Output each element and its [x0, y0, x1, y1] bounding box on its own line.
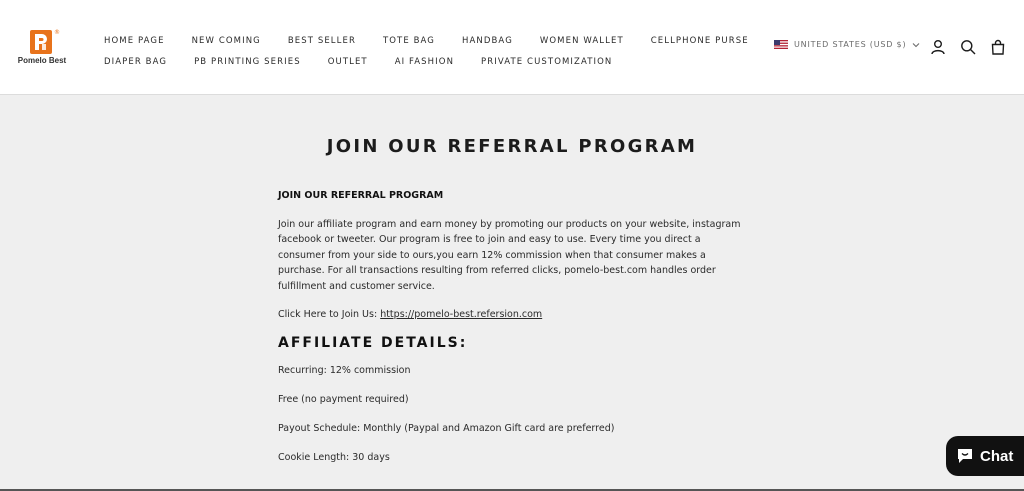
- detail-cookie-length: Cookie Length: 30 days: [278, 452, 390, 463]
- nav-home-page[interactable]: HOME PAGE: [104, 36, 165, 46]
- chat-bubble-icon: [958, 449, 972, 463]
- cart-bag-icon[interactable]: [990, 39, 1006, 55]
- logo-registered-mark: ®: [54, 29, 60, 36]
- nav-best-seller[interactable]: BEST SELLER: [288, 36, 356, 46]
- referral-article: JOIN OUR REFERRAL PROGRAM Join our affil…: [278, 188, 748, 479]
- chat-button[interactable]: Chat: [946, 436, 1024, 476]
- nav-pb-printing-series[interactable]: PB PRINTING SERIES: [194, 57, 301, 67]
- join-prefix: Click Here to Join Us:: [278, 309, 381, 320]
- nav-row-1: HOME PAGE NEW COMING BEST SELLER TOTE BA…: [104, 30, 748, 51]
- page-title: JOIN OUR REFERRAL PROGRAM: [326, 136, 698, 157]
- account-icon[interactable]: [930, 39, 946, 55]
- main-content: JOIN OUR REFERRAL PROGRAM JOIN OUR REFER…: [0, 96, 1024, 491]
- detail-recurring: Recurring: 12% commission: [278, 365, 411, 376]
- nav-row-2: DIAPER BAG PB PRINTING SERIES OUTLET AI …: [104, 51, 744, 72]
- search-icon[interactable]: [960, 39, 976, 55]
- nav-women-wallet[interactable]: WOMEN WALLET: [540, 36, 624, 46]
- join-line: Click Here to Join Us: https://pomelo-be…: [278, 307, 748, 323]
- locale-label: UNITED STATES (USD $): [794, 40, 907, 49]
- detail-free: Free (no payment required): [278, 394, 409, 405]
- nav-diaper-bag[interactable]: DIAPER BAG: [104, 57, 167, 67]
- brand-logo[interactable]: ® Pomelo Best: [14, 29, 70, 70]
- nav-outlet[interactable]: OUTLET: [328, 57, 368, 67]
- affiliate-details-heading: AFFILIATE DETAILS:: [278, 334, 468, 351]
- nav-ai-fashion[interactable]: AI FASHION: [395, 57, 454, 67]
- locale-selector[interactable]: UNITED STATES (USD $): [774, 40, 920, 49]
- nav-new-coming[interactable]: NEW COMING: [192, 36, 261, 46]
- site-header: ® Pomelo Best HOME PAGE NEW COMING BEST …: [0, 0, 1024, 95]
- pomelo-best-logo-icon: [30, 30, 52, 54]
- chevron-down-icon: [912, 42, 920, 47]
- nav-handbag[interactable]: HANDBAG: [462, 36, 513, 46]
- intro-paragraph: Join our affiliate program and earn mone…: [278, 218, 741, 292]
- nav-private-customization[interactable]: PRIVATE CUSTOMIZATION: [481, 57, 612, 67]
- main-navigation: HOME PAGE NEW COMING BEST SELLER TOTE BA…: [104, 30, 748, 72]
- chat-label: Chat: [980, 447, 1014, 465]
- logo-text: Pomelo Best: [17, 56, 67, 65]
- nav-cellphone-purse[interactable]: CELLPHONE PURSE: [651, 36, 749, 46]
- detail-payout-schedule: Payout Schedule: Monthly (Paypal and Ama…: [278, 423, 615, 434]
- content-heading: JOIN OUR REFERRAL PROGRAM: [278, 190, 444, 201]
- join-link[interactable]: https://pomelo-best.refersion.com: [380, 309, 542, 320]
- us-flag-icon: [774, 40, 788, 49]
- nav-tote-bag[interactable]: TOTE BAG: [383, 36, 435, 46]
